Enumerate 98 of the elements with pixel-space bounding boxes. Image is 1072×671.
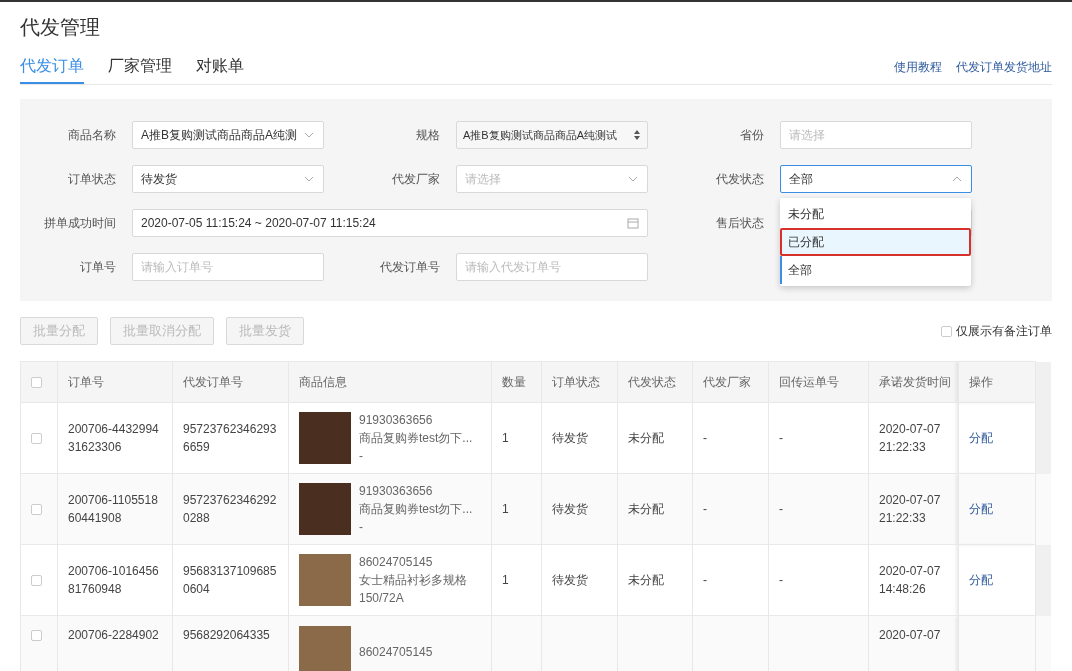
tab[interactable]: 厂家管理: [108, 50, 172, 84]
product-id: 91930363656: [359, 483, 434, 500]
field-placeholder: 请输入代发订单号: [465, 258, 562, 276]
assign-link[interactable]: 分配: [969, 502, 993, 516]
column-header: 回传运单号: [768, 361, 869, 403]
field-label: 商品名称: [68, 128, 116, 142]
ship-time: 14:48:26: [879, 581, 927, 598]
column-header: 代发厂家: [692, 361, 769, 403]
daifa-status: 未分配: [628, 502, 664, 516]
quantity: 1: [502, 431, 509, 445]
field-value: 全部: [789, 170, 814, 188]
ship-date: 2020-07-07: [879, 492, 942, 509]
tracking-number: -: [779, 502, 783, 516]
ship-time: 21:22:33: [879, 510, 927, 527]
product-spec: -: [359, 519, 364, 536]
quantity: 1: [502, 502, 509, 516]
factory: -: [703, 573, 707, 587]
tracking-number: -: [779, 431, 783, 445]
select-field[interactable]: 待发货: [132, 165, 324, 193]
page-title: 代发管理: [20, 15, 100, 40]
order-number-cell: 200706-2284902: [57, 615, 173, 671]
field-label: 订单号: [80, 260, 116, 274]
field-label: 省份: [740, 128, 764, 142]
photo-placeholder: [299, 483, 351, 535]
field-label: 订单状态: [68, 172, 116, 186]
column-header: 代发状态: [617, 361, 693, 403]
ship-time: 21:22:33: [879, 439, 927, 456]
calendar-icon: [627, 217, 639, 229]
daifa-status: 未分配: [628, 573, 664, 587]
field-value: 待发货: [141, 170, 178, 188]
header-link[interactable]: 使用教程: [894, 58, 942, 76]
field-value: A推B复购测试商品商品A纯测: [141, 126, 298, 144]
dropdown-option[interactable]: 已分配: [780, 228, 971, 256]
quantity: 1: [502, 573, 509, 587]
column-header: 承诺发货时间: [868, 361, 959, 403]
order-number-cell: 200706-110551860441908: [57, 473, 173, 545]
column-header: 订单号: [57, 361, 173, 403]
order-status: 待发货: [552, 573, 588, 587]
header-link[interactable]: 代发订单发货地址: [956, 58, 1052, 76]
product-id: 86024705145: [359, 554, 434, 571]
checkbox[interactable]: [941, 325, 952, 337]
order-status: 待发货: [552, 502, 588, 516]
product-name: 商品复购券test勿下...: [359, 501, 473, 518]
field-value: 2020-07-05 11:15:24 ~ 2020-07-07 11:15:24: [141, 216, 377, 230]
order-number-cell: 200706-101645681760948: [57, 544, 173, 616]
row-checkbox[interactable]: [31, 433, 42, 445]
row-checkbox[interactable]: [31, 630, 42, 642]
column-header: 订单状态: [541, 361, 618, 403]
product-name: 女士精品衬衫多规格: [359, 572, 467, 589]
dropdown-option[interactable]: 未分配: [780, 200, 971, 228]
row-checkbox[interactable]: [31, 504, 42, 516]
checkbox-label[interactable]: 仅展示有备注订单: [956, 322, 1052, 340]
column-header: 代发订单号: [172, 361, 289, 403]
row-checkbox[interactable]: [31, 575, 42, 587]
daifa-order-number-cell: 956831371096850604: [172, 544, 289, 616]
product-spec: 150/72A: [359, 590, 405, 607]
ship-date: 2020-07-07: [879, 627, 942, 644]
tab[interactable]: 对账单: [196, 50, 244, 84]
product-id: 91930363656: [359, 412, 434, 429]
column-header: 数量: [491, 361, 542, 403]
assign-link[interactable]: 分配: [969, 573, 993, 587]
photo-placeholder: [299, 626, 351, 671]
tab[interactable]: 代发订单: [20, 50, 84, 84]
factory: -: [703, 502, 707, 516]
order-status: 待发货: [552, 431, 588, 445]
factory: -: [703, 431, 707, 445]
select-field[interactable]: A推B复购测试商品商品A纯测: [132, 121, 324, 149]
field-label: 拼单成功时间: [44, 216, 116, 230]
spinner-field[interactable]: A推B复购测试商品商品A纯测试: [456, 121, 648, 149]
daifa-order-number-cell: 957237623462936659: [172, 402, 289, 474]
field-label: 代发订单号: [380, 260, 440, 274]
photo-placeholder: [299, 412, 351, 464]
date-range-field[interactable]: 2020-07-05 11:15:24 ~ 2020-07-07 11:15:24: [132, 209, 648, 237]
spinner-arrows-icon[interactable]: [631, 129, 643, 141]
field-value: A推B复购测试商品商品A纯测试: [463, 127, 618, 143]
product-name: 商品复购券test勿下...: [359, 430, 473, 447]
select-all-checkbox[interactable]: [31, 377, 42, 389]
field-placeholder: 请选择: [465, 170, 502, 188]
photo-placeholder: [299, 554, 351, 606]
product-spec: -: [359, 448, 364, 465]
product-id: 86024705145: [359, 644, 433, 661]
ship-date: 2020-07-07: [879, 421, 942, 438]
dropdown-option[interactable]: 全部: [780, 256, 971, 284]
field-label: 售后状态: [716, 216, 764, 230]
ship-date: 2020-07-07: [879, 563, 942, 580]
field-label: 代发厂家: [392, 172, 440, 186]
field-label: 规格: [416, 128, 440, 142]
column-header: 商品信息: [288, 361, 492, 403]
daifa-order-number-cell: 957237623462920288: [172, 473, 289, 545]
assign-link[interactable]: 分配: [969, 431, 993, 445]
order-number-cell: 200706-443299431623306: [57, 402, 173, 474]
column-header: 操作: [958, 361, 1036, 403]
field-placeholder: 请输入订单号: [141, 258, 214, 276]
daifa-order-number-cell: 9568292064335: [172, 615, 289, 671]
tracking-number: -: [779, 573, 783, 587]
daifa-status: 未分配: [628, 431, 664, 445]
field-label: 代发状态: [716, 172, 764, 186]
field-placeholder: 请选择: [789, 126, 826, 144]
